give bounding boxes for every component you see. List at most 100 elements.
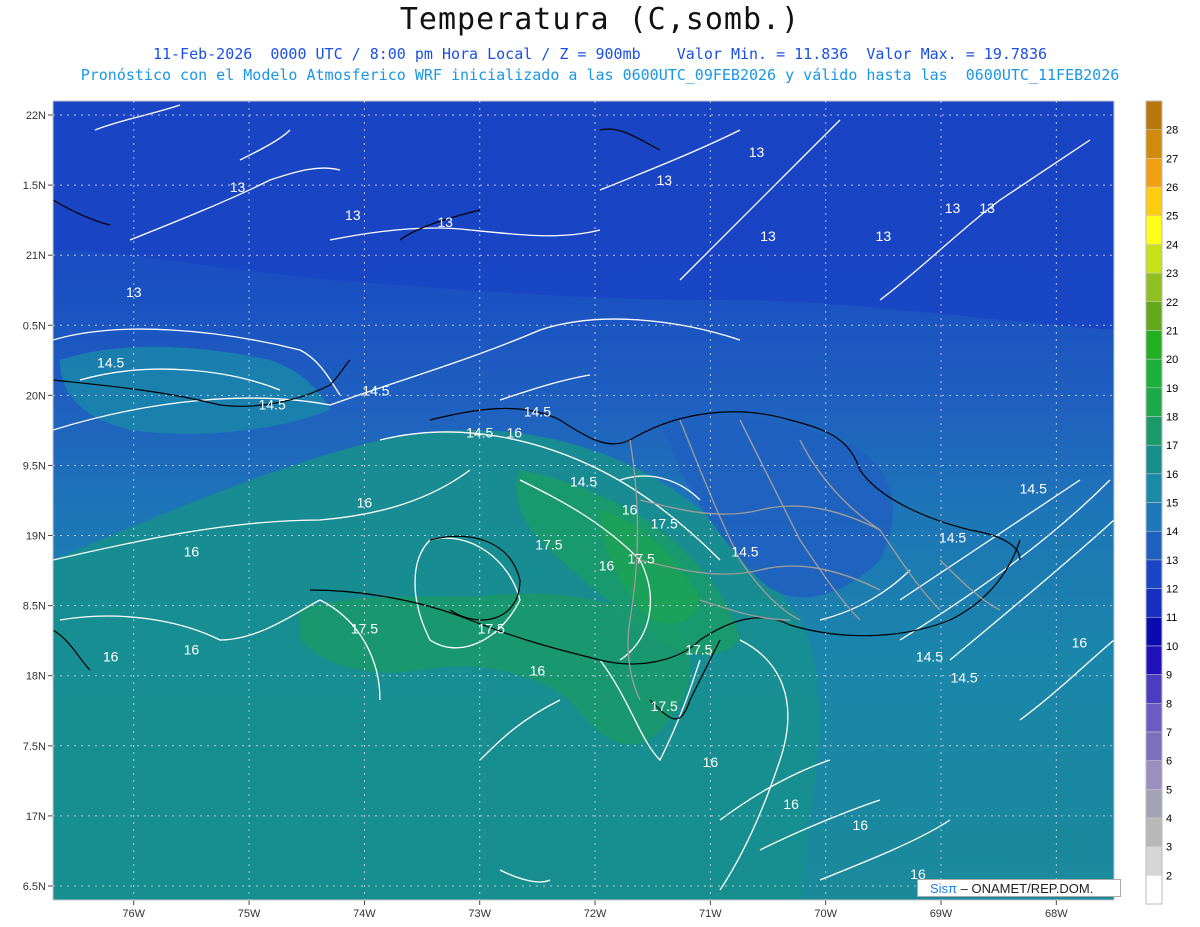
colorbar-label: 23: [1166, 268, 1178, 280]
contour-label: 13: [345, 207, 361, 223]
colorbar-swatch: [1145, 731, 1163, 761]
colorbar-label: 15: [1166, 498, 1178, 510]
colorbar-label: 19: [1166, 383, 1178, 395]
contour-label: 16: [184, 642, 200, 658]
contour-label: 16: [530, 663, 546, 679]
colorbar-label: 11: [1166, 612, 1177, 624]
contour-label: 16: [507, 424, 523, 440]
colorbar-label: 26: [1166, 182, 1178, 194]
credit-box: Sisπ – ONAMET/REP.DOM.: [917, 879, 1121, 897]
colorbar-label: 8: [1166, 698, 1172, 710]
lat-tick-label: 17N: [26, 811, 46, 823]
colorbar-label: 20: [1166, 354, 1178, 366]
colorbar-swatch: [1145, 301, 1163, 331]
contour-label: 13: [230, 179, 246, 195]
colorbar-swatch: [1145, 129, 1163, 159]
colorbar-swatch: [1145, 789, 1163, 819]
colorbar-label: 14: [1166, 526, 1178, 538]
contour-label: 16: [103, 649, 119, 665]
colorbar-swatch: [1145, 760, 1163, 790]
colorbar-swatch: [1145, 100, 1163, 130]
contour-label: 14.5: [524, 403, 551, 419]
colorbar-swatch: [1145, 444, 1163, 475]
temperature-colorbar: 2345678910111213141516171819202122232425…: [1145, 100, 1178, 905]
colorbar-label: 13: [1166, 555, 1178, 567]
map-plot-area: 13131313 1313 1313 131314.514.514.514.514.5…: [53, 101, 1114, 900]
colorbar-swatch: [1145, 875, 1163, 905]
colorbar-swatch: [1145, 416, 1163, 446]
colorbar-swatch: [1145, 358, 1163, 389]
colorbar-swatch: [1145, 559, 1163, 589]
colorbar-label: 28: [1166, 125, 1178, 137]
contour-label: 17.5: [535, 537, 562, 553]
contour-label: 14.5: [939, 530, 966, 546]
colorbar-swatch: [1145, 817, 1163, 847]
lon-tick-label: 70W: [814, 908, 837, 920]
colorbar-swatch: [1145, 588, 1163, 618]
contour-label: 14.5: [258, 396, 285, 412]
lat-tick-label: 21N: [26, 250, 46, 262]
sispi-logo: Sisπ: [930, 881, 958, 896]
lat-tick-label: 18N: [26, 671, 46, 683]
contour-label: 13: [945, 200, 961, 216]
colorbar-label: 6: [1166, 756, 1172, 768]
contour-label: 13: [979, 200, 995, 216]
credit-text: – ONAMET/REP.DOM.: [957, 881, 1094, 896]
lon-tick-label: 72W: [584, 908, 607, 920]
colorbar-swatch: [1145, 645, 1163, 675]
colorbar-label: 17: [1166, 440, 1178, 452]
colorbar-swatch: [1145, 703, 1163, 733]
colorbar-swatch: [1145, 330, 1163, 360]
contour-label: 14.5: [97, 354, 124, 370]
colorbar-label: 25: [1166, 211, 1178, 223]
contour-label: 17.5: [478, 621, 505, 637]
contour-label: 13: [749, 144, 765, 160]
lon-tick-label: 76W: [122, 908, 145, 920]
colorbar-label: 18: [1166, 411, 1178, 423]
colorbar-swatch: [1145, 473, 1163, 503]
temperature-map: 13 13 13 13 13 13 13 13 13 13 14.5 14.5 14.5 14.5 14.5…: [23, 100, 1178, 920]
contour-label: 13: [760, 228, 776, 244]
contour-label: 16: [783, 796, 799, 812]
lat-tick-label: 20N: [26, 390, 46, 402]
lat-tick-label: 9.5N: [23, 460, 46, 472]
colorbar-label: 9: [1166, 670, 1172, 682]
colorbar-label: 7: [1166, 727, 1172, 739]
contour-label: 14.5: [570, 473, 597, 489]
colorbar-swatch: [1145, 244, 1163, 274]
lon-tick-label: 68W: [1045, 908, 1068, 920]
colorbar-label: 5: [1166, 784, 1172, 796]
colorbar-label: 3: [1166, 842, 1172, 854]
contour-label: 13: [876, 228, 892, 244]
lat-tick-label: 0.5N: [23, 320, 46, 332]
contour-label: 16: [622, 502, 638, 518]
contour-label: 17.5: [651, 698, 678, 714]
contour-label: 17.5: [651, 516, 678, 532]
contour-label: 14.5: [731, 544, 758, 560]
colorbar-label: 24: [1166, 239, 1178, 251]
lat-tick-label: 22N: [26, 110, 46, 122]
lat-tick-label: 6.5N: [23, 881, 46, 893]
contour-label: 17.5: [628, 551, 655, 567]
lat-tick-label: 19N: [26, 531, 46, 543]
contour-label: 14.5: [362, 382, 389, 398]
colorbar-label: 22: [1166, 297, 1178, 309]
contour-label: 13: [437, 214, 453, 230]
colorbar-swatch: [1145, 530, 1163, 561]
colorbar-label: 21: [1166, 325, 1178, 337]
contour-label: 14.5: [950, 670, 977, 686]
lon-tick-label: 73W: [468, 908, 491, 920]
colorbar-swatch: [1145, 502, 1163, 532]
lon-tick-label: 71W: [699, 908, 722, 920]
colorbar-label: 10: [1166, 641, 1178, 653]
colorbar-swatch: [1145, 158, 1163, 188]
colorbar-swatch: [1145, 215, 1163, 245]
contour-label: 17.5: [685, 642, 712, 658]
colorbar-swatch: [1145, 272, 1163, 303]
contour-label: 16: [599, 558, 615, 574]
colorbar-swatch: [1145, 186, 1163, 216]
contour-label: 13: [656, 172, 672, 188]
colorbar-swatch: [1145, 674, 1163, 704]
contour-label: 16: [184, 544, 200, 560]
lon-tick-label: 75W: [238, 908, 261, 920]
